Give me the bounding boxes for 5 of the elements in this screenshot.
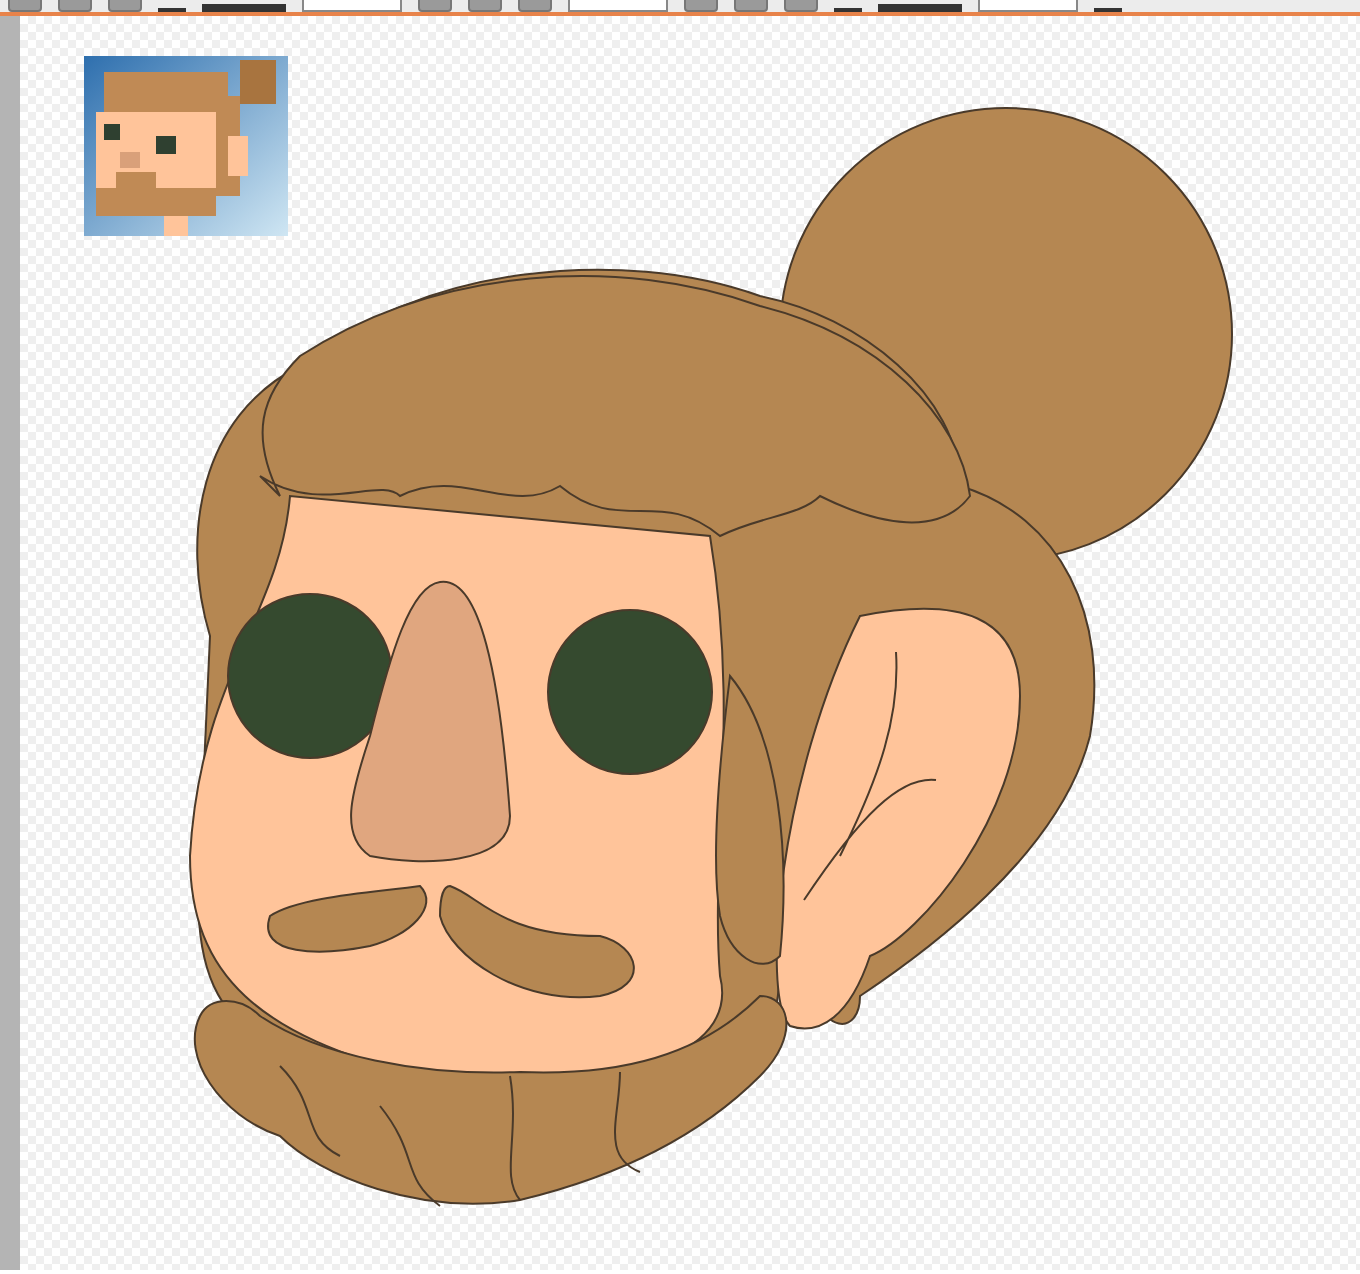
toolbar-icon[interactable] (834, 2, 862, 12)
toolbar-label (202, 4, 286, 12)
toolbar-icon[interactable] (158, 2, 186, 12)
toolbar-icon[interactable] (1094, 2, 1122, 12)
toolbar-label (878, 4, 962, 12)
